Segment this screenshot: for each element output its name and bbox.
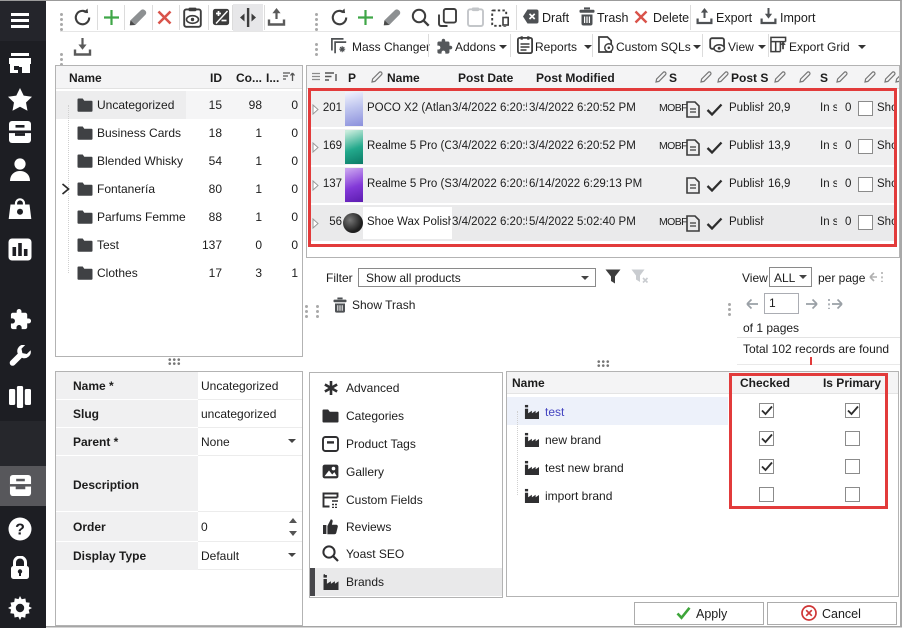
svg-text:?: ? [15, 522, 25, 539]
